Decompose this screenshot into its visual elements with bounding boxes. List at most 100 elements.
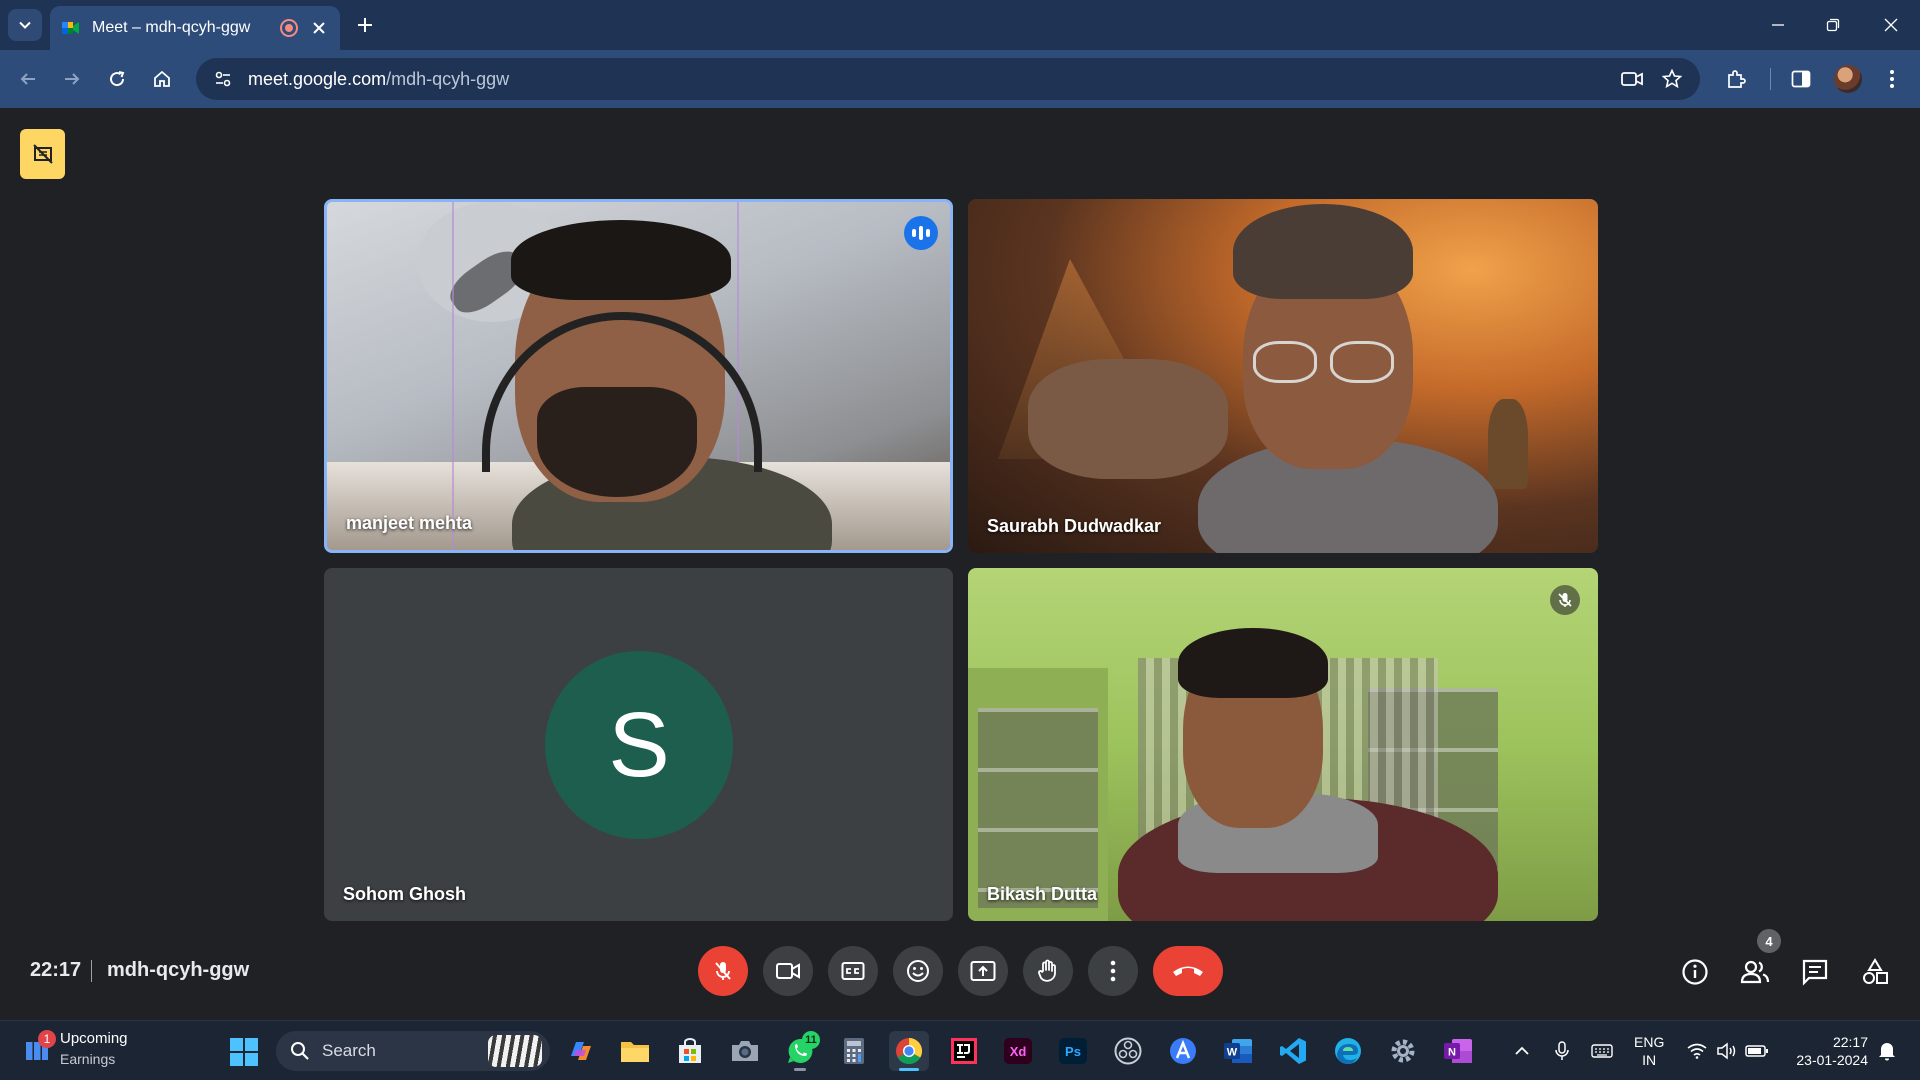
show-everyone-button[interactable] (1735, 952, 1775, 992)
system-clock[interactable]: 22:17 23-01-2024 (1778, 1033, 1868, 1069)
meeting-clock: 22:17 (30, 959, 82, 981)
taskbar-intellij[interactable] (944, 1031, 984, 1071)
widget-subtitle: Earnings (60, 1051, 116, 1067)
taskbar-adobe-xd[interactable]: Xd (998, 1031, 1038, 1071)
participant-tile-sohom[interactable]: S Sohom Ghosh (324, 568, 953, 921)
taskbar-search[interactable]: Search (276, 1031, 550, 1071)
stock-chart-icon: 1 (24, 1030, 56, 1062)
taskbar-settings[interactable] (1383, 1031, 1423, 1071)
microphone-in-use-tray[interactable] (1550, 1039, 1574, 1063)
puzzle-icon (1728, 70, 1746, 88)
bookmark-button[interactable] (1656, 63, 1688, 95)
browser-menu-button[interactable] (1876, 63, 1908, 95)
address-bar[interactable]: meet.google.com/mdh-qcyh-ggw (196, 58, 1700, 100)
taskbar-onenote[interactable]: N (1438, 1031, 1478, 1071)
forward-button[interactable] (56, 63, 88, 95)
running-indicator (794, 1068, 806, 1071)
send-reaction-button[interactable] (893, 946, 943, 996)
copilot-icon (571, 1042, 591, 1060)
photoshop-icon: Ps (1059, 1038, 1087, 1064)
reload-button[interactable] (101, 63, 133, 95)
meeting-code: mdh-qcyh-ggw (107, 959, 250, 981)
vscode-icon (1280, 1038, 1306, 1064)
activities-icon (1863, 958, 1888, 984)
input-language-indicator[interactable]: ENG IN (1634, 1033, 1664, 1069)
toggle-microphone-button[interactable] (698, 946, 748, 996)
reload-icon (110, 71, 125, 87)
toolbar-divider (1770, 68, 1771, 90)
video-camera-icon (1621, 72, 1643, 86)
tab-search-button[interactable] (8, 9, 42, 41)
taskbar-vscode[interactable] (1273, 1031, 1313, 1071)
back-button[interactable] (12, 63, 44, 95)
participant-tile-manjeet[interactable]: manjeet mehta (324, 199, 953, 553)
profile-avatar[interactable] (1834, 65, 1862, 93)
chrome-icon (896, 1037, 923, 1065)
show-hidden-icons-button[interactable] (1510, 1039, 1534, 1063)
taskbar-whatsapp[interactable]: 11 (780, 1031, 820, 1071)
onenote-icon: N (1444, 1039, 1472, 1063)
participant-tile-bikash[interactable]: Bikash Dutta (968, 568, 1598, 921)
svg-text:W: W (1227, 1047, 1238, 1059)
toggle-camera-button[interactable] (763, 946, 813, 996)
search-highlight-zebra-icon (488, 1035, 542, 1067)
taskbar-chrome[interactable] (889, 1031, 929, 1071)
chat-button[interactable] (1795, 952, 1835, 992)
camera-in-use-button[interactable] (1616, 63, 1648, 95)
chevron-up-icon (1515, 1046, 1529, 1055)
participant-name: manjeet mehta (346, 513, 473, 533)
close-window-button[interactable] (1873, 10, 1909, 40)
widgets-button[interactable]: 1 Upcoming Earnings (24, 1029, 128, 1069)
taskbar-photoshop[interactable]: Ps (1053, 1031, 1093, 1071)
clock-time: 22:17 (1832, 1034, 1868, 1050)
extensions-button[interactable] (1720, 63, 1752, 95)
intellij-icon (951, 1038, 977, 1064)
more-options-button[interactable] (1088, 946, 1138, 996)
close-tab-icon[interactable] (310, 19, 328, 37)
notification-center-button[interactable] (1875, 1039, 1899, 1063)
info-icon (1682, 959, 1708, 985)
touch-keyboard-tray[interactable] (1590, 1039, 1614, 1063)
running-indicator (899, 1068, 919, 1071)
taskbar-calculator[interactable] (834, 1031, 874, 1071)
meeting-details-button[interactable] (1675, 952, 1715, 992)
minimize-window-button[interactable] (1760, 10, 1796, 40)
home-button[interactable] (146, 63, 178, 95)
battery-tray[interactable] (1745, 1039, 1769, 1063)
footer-divider (91, 960, 92, 982)
leave-call-button[interactable] (1153, 946, 1223, 996)
taskbar-word[interactable]: W (1218, 1031, 1258, 1071)
video-feed (327, 202, 950, 550)
close-icon (1884, 18, 1898, 32)
volume-tray[interactable] (1715, 1039, 1739, 1063)
taskbar-camera[interactable] (725, 1031, 765, 1071)
taskbar-file-explorer[interactable] (615, 1031, 655, 1071)
mic-off-icon (715, 962, 731, 980)
taskbar-microsoft-store[interactable] (670, 1031, 710, 1071)
side-panel-icon (1791, 70, 1811, 88)
companion-mode-indicator[interactable] (20, 129, 65, 179)
restore-window-button[interactable] (1815, 10, 1851, 40)
present-screen-button[interactable] (958, 946, 1008, 996)
captions-button[interactable] (828, 946, 878, 996)
taskbar-copilot[interactable] (561, 1031, 601, 1071)
url-path: /mdh-qcyh-ggw (386, 68, 510, 89)
browser-tab-meet[interactable]: Meet – mdh-qcyh-ggw (50, 6, 340, 50)
start-button[interactable] (230, 1038, 258, 1066)
participant-avatar: S (545, 651, 733, 839)
folder-icon (621, 1042, 649, 1062)
taskbar-obs[interactable] (1108, 1031, 1148, 1071)
activities-button[interactable] (1855, 952, 1895, 992)
raise-hand-button[interactable] (1023, 946, 1073, 996)
side-panel-button[interactable] (1785, 63, 1817, 95)
edge-icon (1335, 1038, 1361, 1064)
mic-muted-icon (1550, 585, 1580, 615)
search-placeholder: Search (322, 1041, 376, 1060)
new-tab-button[interactable] (352, 12, 378, 38)
gear-icon (1391, 1039, 1415, 1063)
taskbar-edge[interactable] (1328, 1031, 1368, 1071)
network-tray[interactable] (1685, 1039, 1709, 1063)
participant-tile-saurabh[interactable]: Saurabh Dudwadkar (968, 199, 1598, 553)
language-code: ENG (1634, 1034, 1665, 1050)
taskbar-app-a[interactable] (1163, 1031, 1203, 1071)
